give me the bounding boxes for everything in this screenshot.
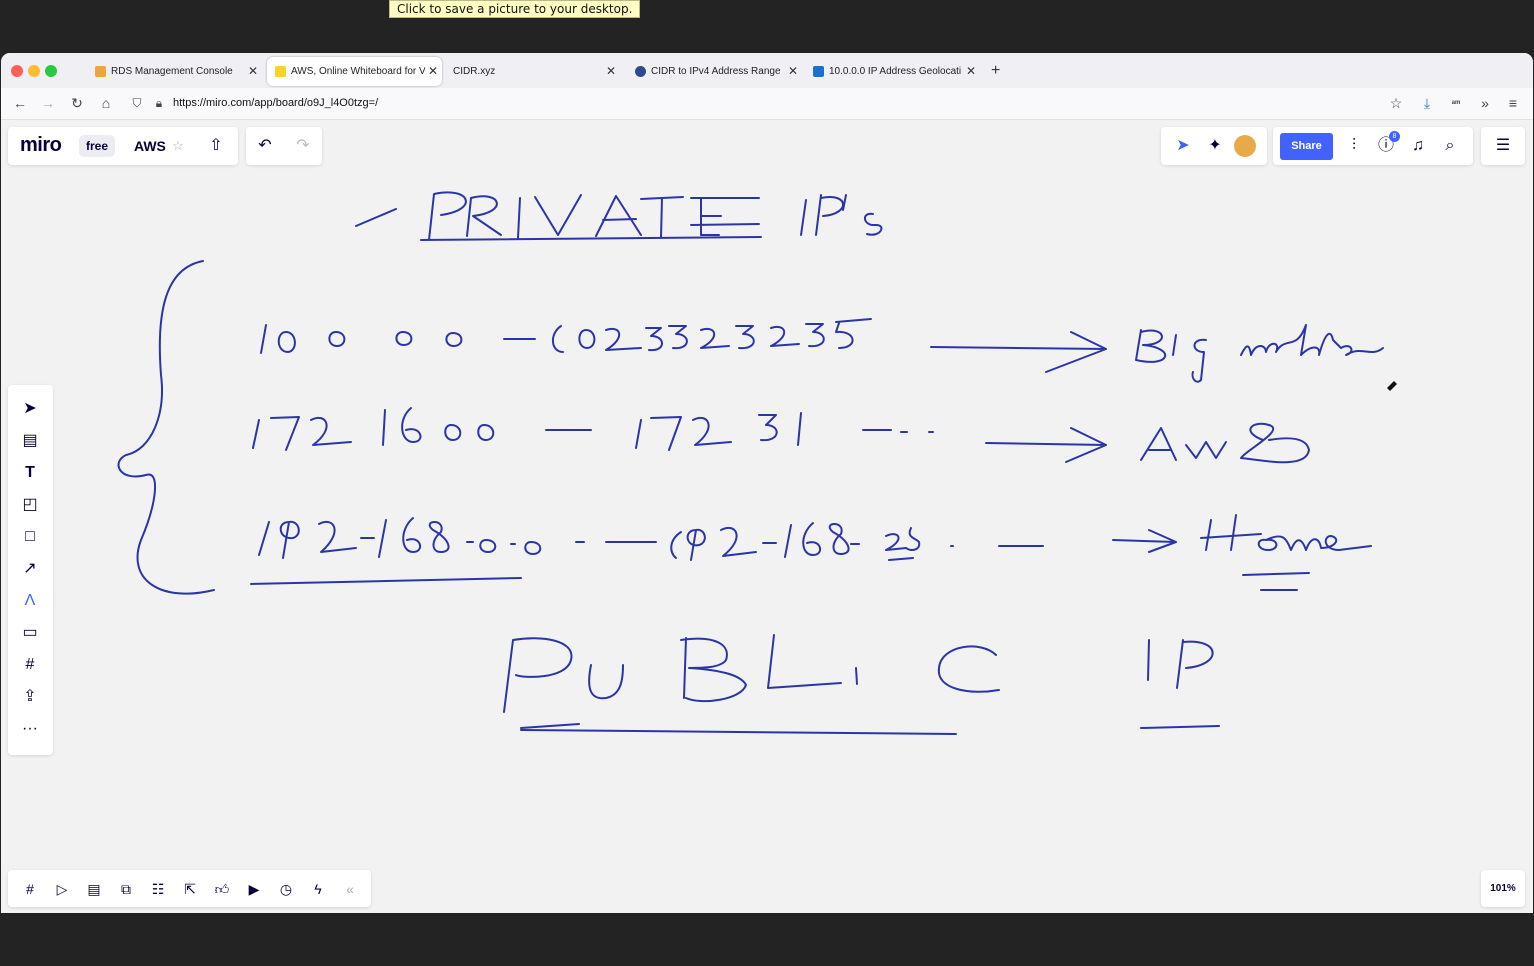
text-tool-icon[interactable]: T <box>18 461 42 485</box>
main-actions-panel: Share ⫶ ⓘ 8 ♫ ⌕ <box>1273 127 1473 165</box>
avatar[interactable] <box>1234 135 1256 157</box>
celebrate-icon[interactable]: ✦ <box>1204 135 1226 157</box>
connection-line-icon[interactable]: ↗ <box>18 557 42 581</box>
pen-tool-icon[interactable]: Ʌ <box>18 589 42 613</box>
lightning-icon[interactable]: ϟ <box>307 878 329 900</box>
back-icon[interactable]: ← <box>12 95 28 111</box>
undo-icon[interactable]: ↶ <box>254 135 276 157</box>
board-header-panel: miro free AWS ☆ ⇧ <box>8 127 238 165</box>
board-menu-panel: ☰ <box>1481 127 1525 165</box>
bottom-toolbar: # ▷ ▤ ⧉ ☷ ⇱ 👍︎ ▶ ◷ ϟ « <box>8 870 371 907</box>
tab-label: CIDR to IPv4 Address Range Ut <box>651 66 783 77</box>
whiteboard-canvas[interactable]: miro free AWS ☆ ⇧ ↶ ↷ ➤ ✦ Share ⫶ ⓘ 8 ♫ … <box>1 120 1533 913</box>
more-tools-icon[interactable]: ··· <box>18 717 42 741</box>
overflow-menu-icon[interactable]: » <box>1477 95 1493 111</box>
minimize-window-button[interactable] <box>28 65 40 77</box>
tab-cidr-range[interactable]: CIDR to IPv4 Address Range Ut ✕ <box>627 57 802 86</box>
comment-icon[interactable]: ▭ <box>18 621 42 645</box>
undo-redo-panel: ↶ ↷ <box>246 127 322 165</box>
plan-badge[interactable]: free <box>79 135 116 157</box>
reload-icon[interactable]: ↻ <box>69 95 85 111</box>
cards-icon[interactable]: ☷ <box>147 878 169 900</box>
frames-icon[interactable]: # <box>19 878 41 900</box>
save-picture-tooltip: Click to save a picture to your desktop. <box>389 0 641 18</box>
select-tool-icon[interactable]: ➤ <box>18 397 42 421</box>
tab-ip-geolocation[interactable]: 10.0.0.0 IP Address Geolocation ✕ <box>805 57 980 86</box>
close-window-button[interactable] <box>11 65 23 77</box>
star-icon[interactable]: ☆ <box>167 135 189 157</box>
tab-cidr-xyz[interactable]: CIDR.xyz ✕ <box>445 57 620 86</box>
tab-label: AWS, Online Whiteboard for Vis <box>291 66 425 77</box>
frame-tool-icon[interactable]: # <box>18 653 42 677</box>
close-tab-icon[interactable]: ✕ <box>248 57 258 86</box>
downloads-icon[interactable]: ⤓ <box>1419 95 1435 111</box>
close-tab-icon[interactable]: ✕ <box>428 57 438 86</box>
redo-icon[interactable]: ↷ <box>292 135 314 157</box>
video-chat-icon[interactable]: ▶ <box>243 878 265 900</box>
settings-sliders-icon[interactable]: ⫶ <box>1343 135 1365 157</box>
left-toolbar: ➤ ▤ T ◰ □ ↗ Ʌ ▭ # ⇪ ··· <box>8 385 53 755</box>
miro-icon <box>275 66 286 77</box>
share-button[interactable]: Share <box>1280 133 1333 160</box>
amazon-extension-icon[interactable]: ᵃᵐ <box>1448 95 1464 111</box>
handwriting-layer <box>117 191 1397 735</box>
aws-box-icon <box>95 66 106 77</box>
home-icon[interactable]: ⌂ <box>98 95 114 111</box>
pencil-cursor-icon <box>1387 381 1397 391</box>
board-menu-icon[interactable]: ☰ <box>1492 135 1514 157</box>
ip-icon <box>813 66 824 77</box>
close-tab-icon[interactable]: ✕ <box>788 57 798 86</box>
forward-icon[interactable]: → <box>40 95 56 111</box>
collapse-toolbar-icon[interactable]: « <box>339 878 361 900</box>
cursor-follow-icon[interactable]: ➤ <box>1172 135 1194 157</box>
tab-bar: RDS Management Console ✕ AWS, Online Whi… <box>1 53 1533 88</box>
navigation-bar: ← → ↻ ⌂ ⛉ 🔒︎ https://miro.com/app/board/… <box>1 88 1533 120</box>
shape-tool-icon[interactable]: □ <box>18 525 42 549</box>
board-title[interactable]: AWS <box>134 138 166 154</box>
tab-label: CIDR.xyz <box>453 66 496 77</box>
templates-icon[interactable]: ▤ <box>18 429 42 453</box>
bell-icon[interactable]: ♫ <box>1407 135 1429 157</box>
address-bar[interactable]: https://miro.com/app/board/o9J_l4O0tzg=/ <box>173 96 378 111</box>
bookmark-star-icon[interactable]: ☆ <box>1388 95 1404 111</box>
maximize-window-button[interactable] <box>45 65 57 77</box>
upload-icon[interactable]: ⇪ <box>18 685 42 709</box>
screen-share-icon[interactable]: ⧉ <box>115 878 137 900</box>
comments-icon[interactable]: ▤ <box>83 878 105 900</box>
voting-icon[interactable]: 👍︎ <box>211 878 233 900</box>
tab-label: 10.0.0.0 IP Address Geolocation <box>829 66 961 77</box>
share-out-icon[interactable]: ⇱ <box>179 878 201 900</box>
new-tab-button[interactable]: + <box>991 58 1000 83</box>
lock-icon[interactable]: 🔒︎ <box>151 95 167 111</box>
timer-icon[interactable]: ◷ <box>275 878 297 900</box>
search-icon[interactable]: ⌕ <box>1439 135 1461 157</box>
export-icon[interactable]: ⇧ <box>205 135 227 157</box>
hamburger-menu-icon[interactable]: ≡ <box>1505 95 1521 111</box>
close-tab-icon[interactable]: ✕ <box>966 57 976 86</box>
tab-rds-console[interactable]: RDS Management Console ✕ <box>87 57 262 86</box>
sticky-note-icon[interactable]: ◰ <box>18 493 42 517</box>
zoom-level[interactable]: 101% <box>1481 870 1525 907</box>
collaboration-panel: ➤ ✦ <box>1161 127 1267 165</box>
close-tab-icon[interactable]: ✕ <box>606 57 616 86</box>
shield-icon[interactable]: ⛉ <box>129 95 145 111</box>
help-count-badge: 8 <box>1389 131 1400 142</box>
tab-miro-board[interactable]: AWS, Online Whiteboard for Vis ✕ <box>267 57 442 86</box>
cidr-icon <box>635 66 646 77</box>
browser-window: RDS Management Console ✕ AWS, Online Whi… <box>1 53 1533 913</box>
tab-label: RDS Management Console <box>111 66 233 77</box>
miro-logo[interactable]: miro <box>20 134 62 157</box>
presentation-icon[interactable]: ▷ <box>51 878 73 900</box>
